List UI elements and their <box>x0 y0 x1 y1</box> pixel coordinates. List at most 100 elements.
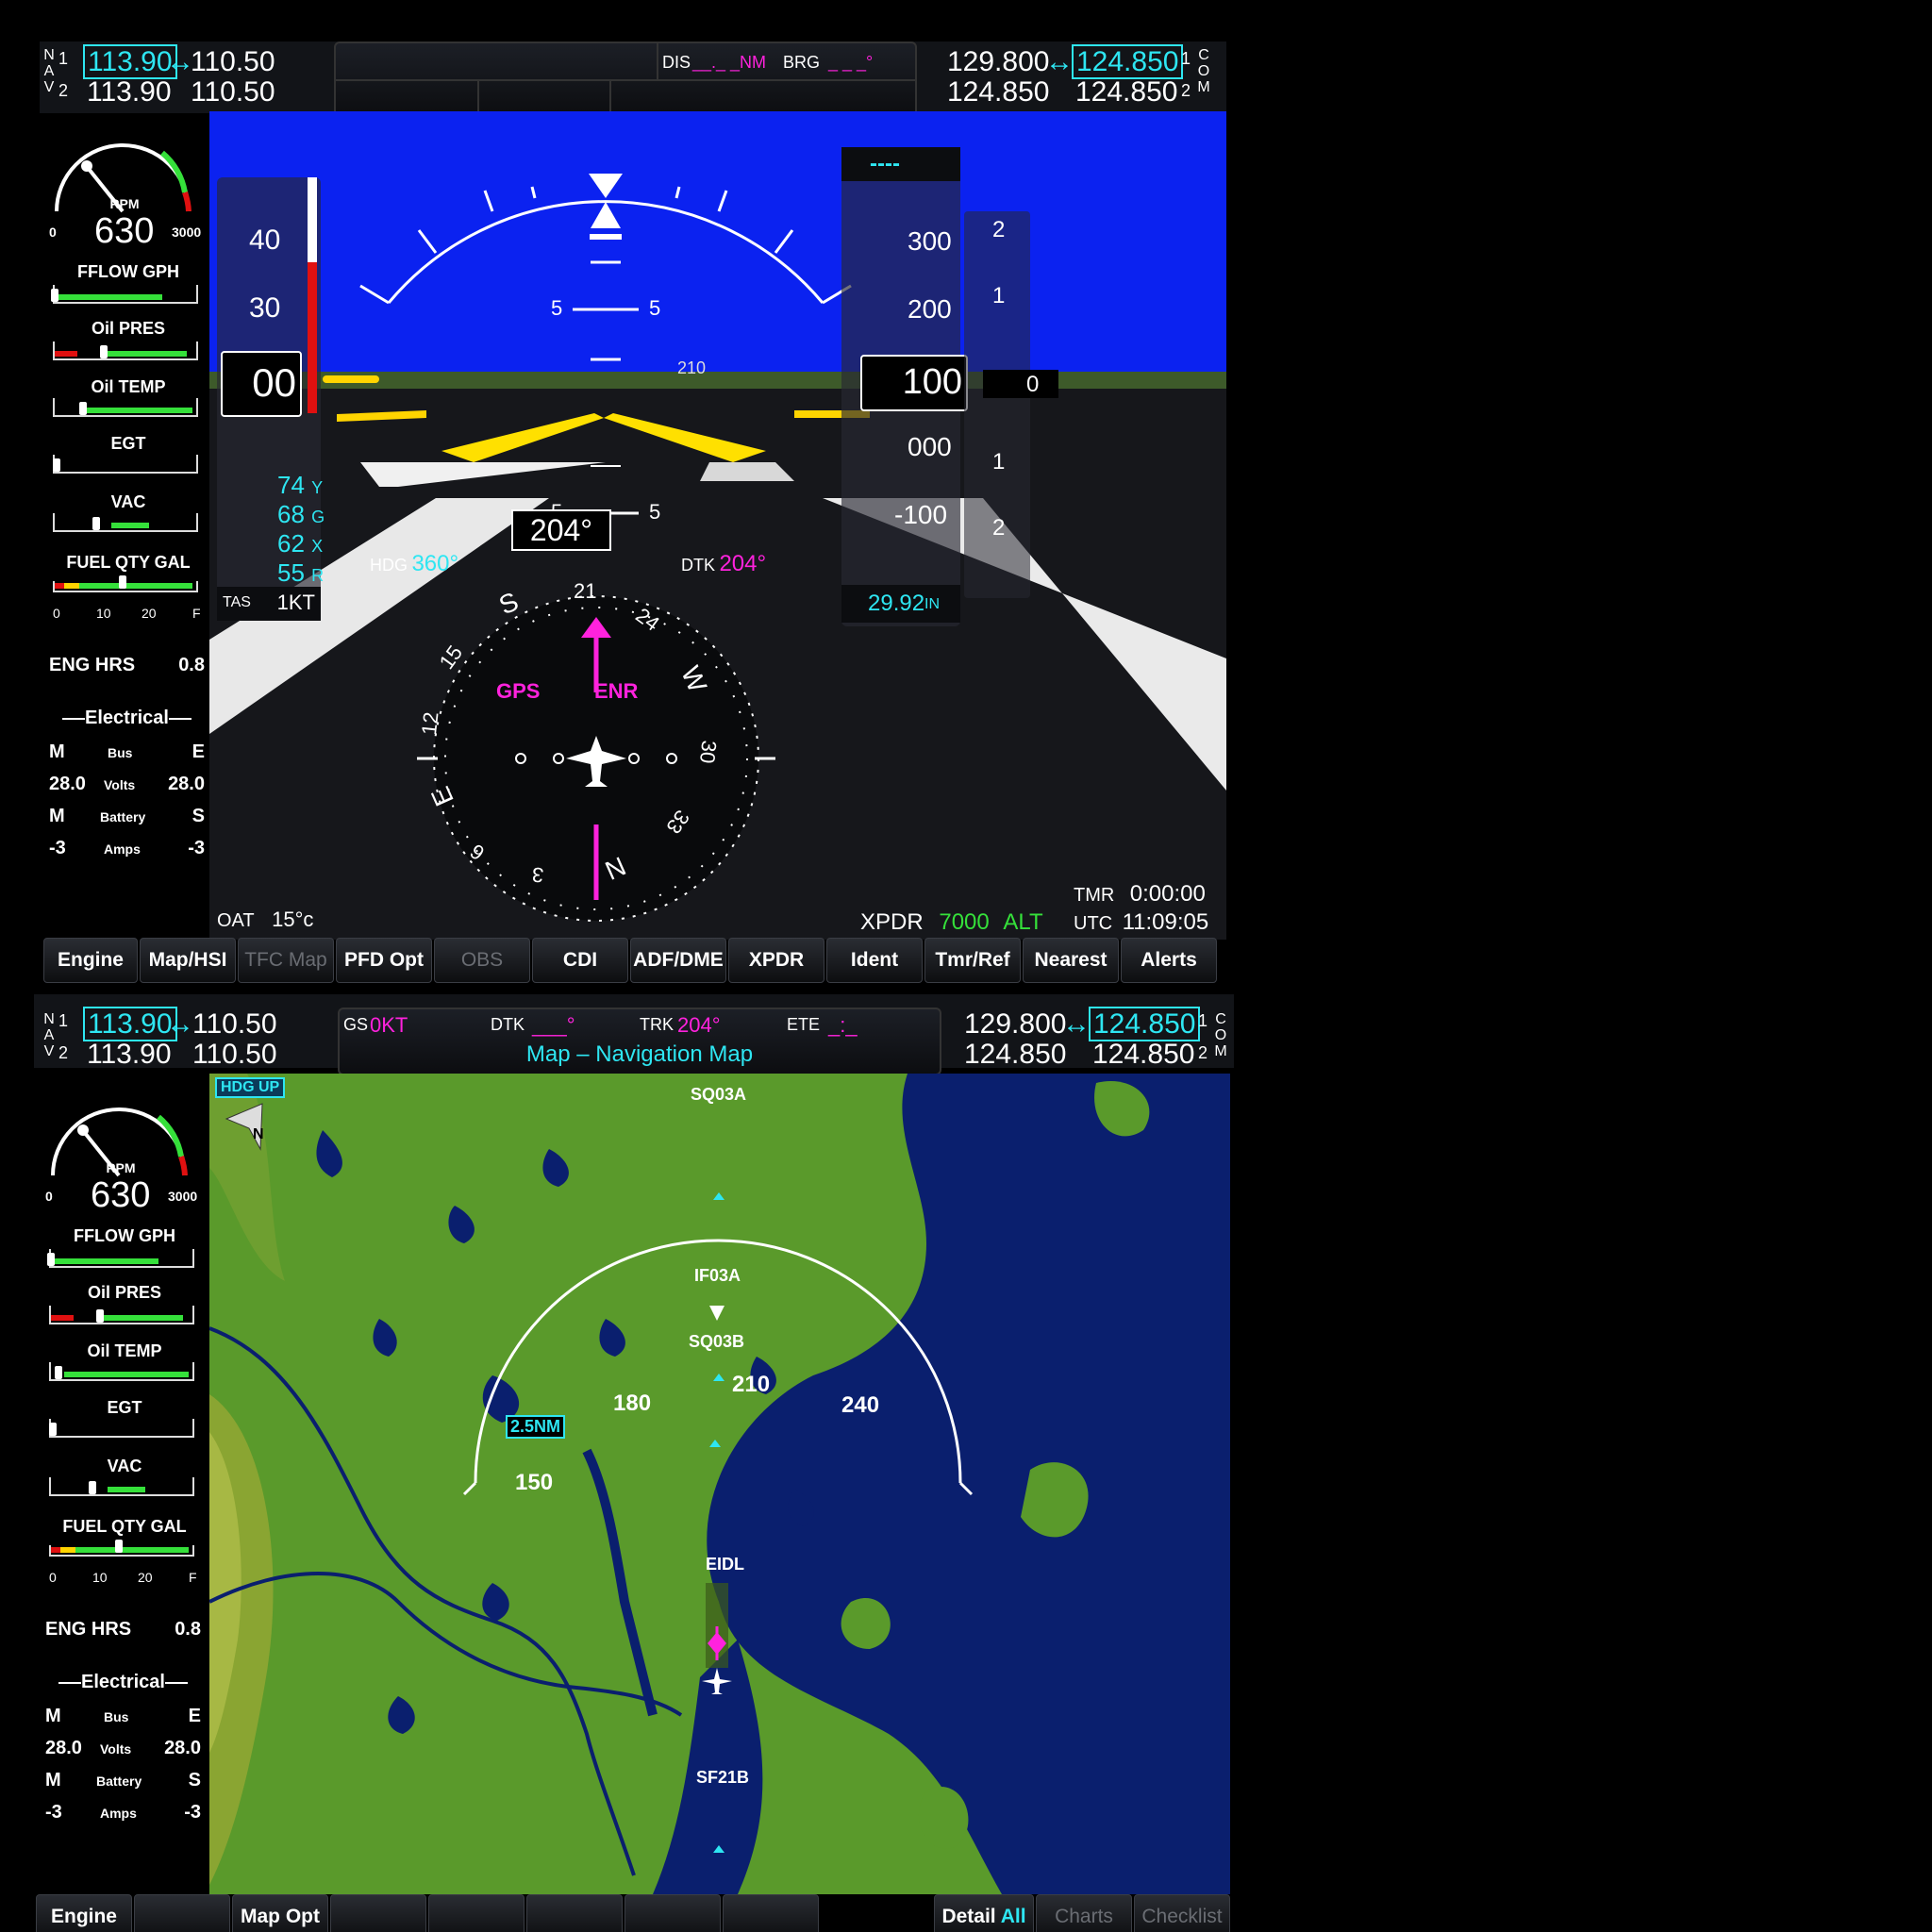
softkey-engine[interactable]: Engine <box>36 1894 132 1932</box>
oil-temp-label: Oil TEMP <box>91 377 166 396</box>
nav2-index: 2 <box>58 81 69 100</box>
fuel-qty-label: FUEL QTY GAL <box>62 1517 187 1536</box>
com2-standby-freq[interactable]: 124.850 <box>947 77 1049 108</box>
gs-label: GS <box>343 1015 369 1034</box>
nav1-active-freq[interactable]: 113.90 <box>83 1007 177 1041</box>
softkey-alerts[interactable]: Alerts <box>1121 938 1217 983</box>
waypoint-label[interactable]: IF03A <box>694 1266 741 1286</box>
egt-label: EGT <box>107 1398 142 1417</box>
fuel-tick: 10 <box>96 606 111 621</box>
waypoint-label[interactable]: SQ03B <box>689 1332 744 1352</box>
nav2-standby-freq[interactable]: 110.50 <box>192 1040 277 1070</box>
softkey-map-opt[interactable]: Map Opt <box>232 1894 328 1932</box>
nav-label: NAV <box>43 1011 55 1059</box>
com2-standby-freq[interactable]: 124.850 <box>964 1040 1066 1070</box>
egt-gauge <box>53 455 198 474</box>
vac-label: VAC <box>110 492 146 511</box>
utc-readout: UTC 11:09:05 <box>1074 909 1209 935</box>
softkey-cdi[interactable]: CDI <box>532 938 628 983</box>
electrical-header: Electrical <box>49 708 205 729</box>
softkey-obs: OBS <box>434 938 530 983</box>
selected-altitude[interactable]: ---- <box>841 147 960 181</box>
vac-gauge <box>53 513 198 532</box>
waypoint-label[interactable]: EIDL <box>706 1555 744 1574</box>
softkey-nearest[interactable]: Nearest <box>1023 938 1119 983</box>
softkey-detail[interactable]: Detail All <box>934 1894 1034 1932</box>
com2-active-freq[interactable]: 124.850 <box>1075 77 1177 108</box>
com2-index: 2 <box>1198 1043 1208 1062</box>
pitch-label: 5 <box>649 296 661 320</box>
xpdr-readout[interactable]: XPDR 7000 ALT <box>860 909 1043 936</box>
softkey-adf-dme[interactable]: ADF/DME <box>630 938 726 983</box>
oil-temp-gauge <box>53 398 198 417</box>
softkey-pfd-opt[interactable]: PFD Opt <box>336 938 432 983</box>
com-swap-arrow[interactable]: ↔ <box>1045 47 1074 77</box>
fflow-gauge <box>51 285 198 304</box>
com-swap-arrow[interactable]: ↔ <box>1062 1009 1091 1040</box>
nav2-active-freq[interactable]: 113.90 <box>87 77 172 108</box>
airspeed-white-band <box>308 177 317 262</box>
hsi-card-label: 21 <box>574 579 597 603</box>
timer-readout[interactable]: TMR 0:00:00 <box>1074 881 1206 908</box>
com2-active-freq[interactable]: 124.850 <box>1092 1040 1194 1070</box>
softkey-tmr-ref[interactable]: Tmr/Ref <box>924 938 1021 983</box>
map-range-label[interactable]: 2.5NM <box>506 1415 566 1439</box>
pfd-screen: NAV 1 2 113.90 ↔ 110.50 113.90 110.50 DI… <box>40 42 1226 983</box>
arc-label: 210 <box>732 1372 771 1397</box>
com1-active-freq[interactable]: 124.850 <box>1089 1007 1201 1041</box>
arc-label: 240 <box>841 1392 880 1418</box>
com1-standby-freq[interactable]: 129.800 <box>947 47 1049 77</box>
nav1-index: 1 <box>58 49 69 68</box>
nav2-active-freq[interactable]: 113.90 <box>87 1040 172 1070</box>
vsi-mark: 1 <box>992 449 1006 475</box>
rpm-max: 3000 <box>172 225 202 240</box>
fuel-tick: 0 <box>49 1570 57 1585</box>
arc-label: 180 <box>613 1391 652 1416</box>
softkey-ident[interactable]: Ident <box>826 938 923 983</box>
vac-gauge <box>49 1477 194 1496</box>
nav-swap-arrow[interactable]: ↔ <box>166 1009 194 1040</box>
rpm-min: 0 <box>49 225 57 240</box>
ete-label: ETE <box>787 1015 821 1034</box>
softkey-tfc-map: TFC Map <box>238 938 334 983</box>
hdg-bug-readout[interactable]: HDG 360° <box>370 551 458 577</box>
softkey-map-hsi[interactable]: Map/HSI <box>140 938 236 983</box>
com-label: COM <box>1214 1011 1227 1059</box>
baro-setting[interactable]: 29.92 IN <box>841 585 960 623</box>
waypoint-label[interactable]: SQ03A <box>691 1085 746 1105</box>
nav1-active-freq[interactable]: 113.90 <box>83 44 177 79</box>
nav1-standby-freq[interactable]: 110.50 <box>192 1009 277 1040</box>
fuel-qty-gauge <box>49 1540 194 1557</box>
fflow-label: FFLOW GPH <box>77 262 179 281</box>
dtk-value: ___° <box>532 1013 575 1037</box>
heading-box: 204° <box>511 509 611 551</box>
hsi-compass-rose <box>417 595 775 922</box>
fuel-tick: 20 <box>142 606 157 621</box>
softkey-charts: Charts <box>1036 1894 1132 1932</box>
softkey-blank <box>526 1894 623 1932</box>
dis-brg-bar: DIS __._ _NM BRG _ _ _° <box>334 42 917 119</box>
rpm-value: 630 <box>91 1175 151 1215</box>
softkey-engine[interactable]: Engine <box>43 938 138 983</box>
oil-temp-label: Oil TEMP <box>87 1341 162 1360</box>
brg-label: BRG <box>783 53 821 72</box>
fuel-tick: 0 <box>53 606 60 621</box>
dtk-label: DTK <box>491 1015 525 1034</box>
mfd-nav-data-bar: GS 0KT DTK ___° TRK 204° ETE _:_ Map – N… <box>338 1008 941 1075</box>
com1-standby-freq[interactable]: 129.800 <box>964 1009 1066 1040</box>
vspeed-list: 74 Y 68 G 62 X 55 R <box>277 471 325 587</box>
rpm-min: 0 <box>45 1189 53 1204</box>
brg-value: _ _ _° <box>828 53 874 72</box>
com1-active-freq[interactable]: 124.850 <box>1072 44 1184 79</box>
altitude-readout: 100 <box>860 355 968 411</box>
mfd-screen: NAV 1 2 113.90 ↔ 110.50 113.90 110.50 GS… <box>34 994 1234 1932</box>
nav1-standby-freq[interactable]: 110.50 <box>191 47 275 77</box>
nav2-standby-freq[interactable]: 110.50 <box>191 77 275 108</box>
softkey-blank <box>134 1894 230 1932</box>
map-orientation[interactable]: HDG UP <box>215 1077 286 1098</box>
waypoint-label[interactable]: SF21B <box>696 1768 749 1788</box>
trk-label: TRK <box>640 1015 674 1034</box>
gs-value: 0KT <box>370 1013 408 1037</box>
softkey-checklist: Checklist <box>1134 1894 1230 1932</box>
softkey-xpdr[interactable]: XPDR <box>728 938 824 983</box>
